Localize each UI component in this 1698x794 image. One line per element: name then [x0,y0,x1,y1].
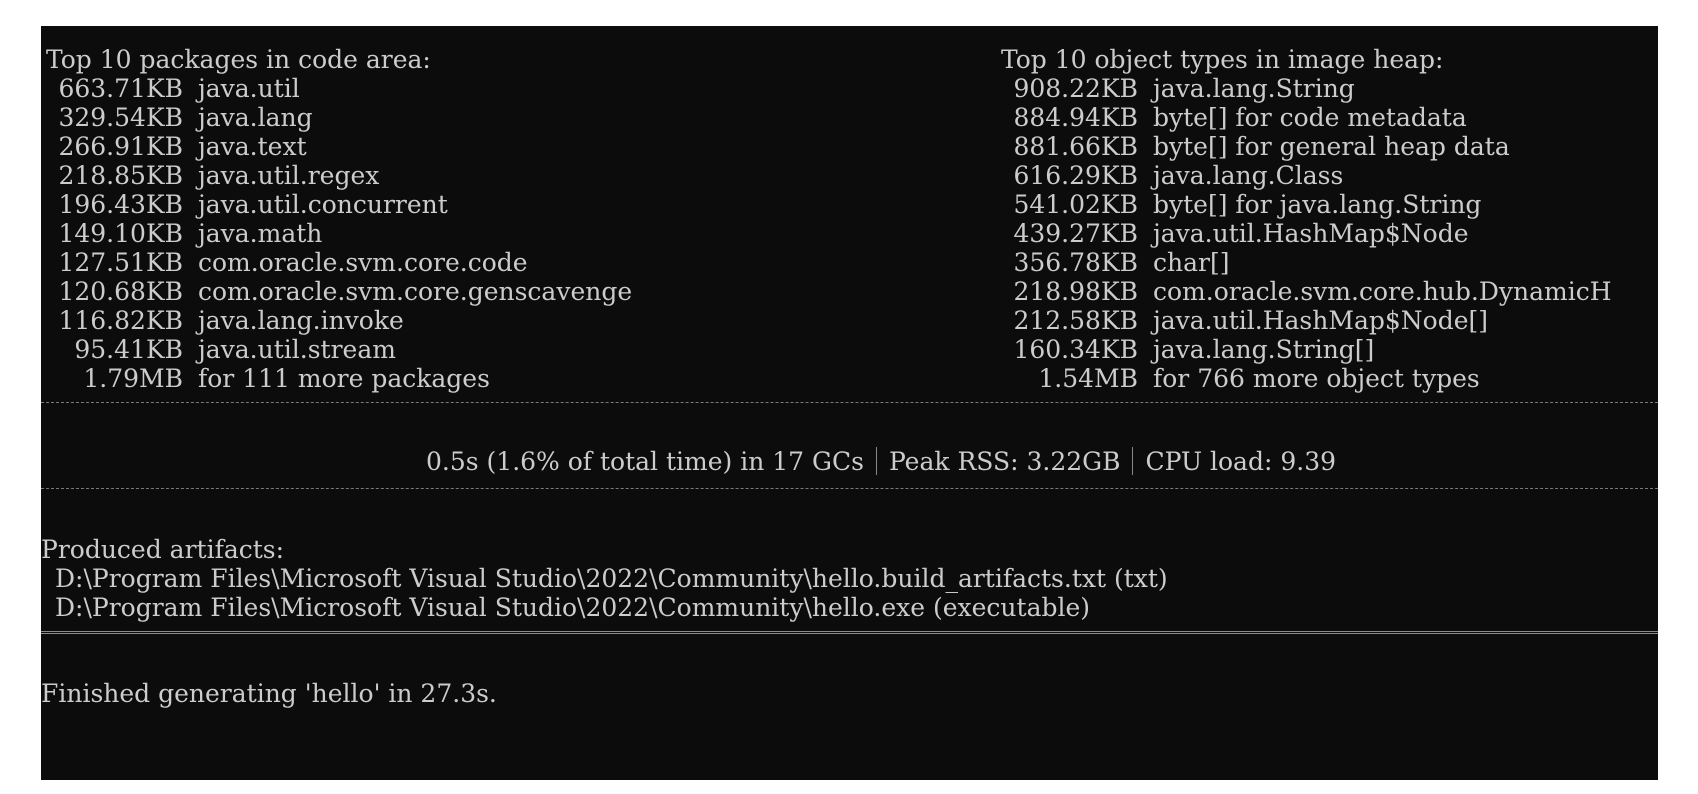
package-row: 196.43KB java.util.concurrent [58,190,448,219]
dashed-separator [41,402,1658,403]
package-row: 120.68KB com.oracle.svm.core.genscavenge [58,277,633,306]
package-row: 266.91KB java.text [58,132,307,161]
object-type-row: 881.66KB byte[] for general heap data [1013,132,1510,161]
divider-bar [875,447,877,475]
build-stats-line: 0.5s (1.6% of total time) in 17 GCs Peak … [426,446,1336,478]
package-row: 663.71KB java.util [58,74,300,103]
object-type-row: 884.94KB byte[] for code metadata [1013,103,1467,132]
dashed-separator [41,488,1658,489]
object-type-row: 212.58KB java.util.HashMap$Node[] [1013,306,1488,335]
artifact-path: D:\Program Files\Microsoft Visual Studio… [55,564,1168,593]
package-row: 218.85KB java.util.regex [58,161,380,190]
gc-stats: 0.5s (1.6% of total time) in 17 GCs [426,447,864,476]
package-row: 116.82KB java.lang.invoke [58,306,404,335]
object-type-row: 439.27KB java.util.HashMap$Node [1013,219,1469,248]
finished-message: Finished generating 'hello' in 27.3s. [41,679,497,708]
object-types-more-row: 1.54MB for 766 more object types [1038,364,1480,393]
object-type-row: 616.29KB java.lang.Class [1013,161,1344,190]
packages-more-row: 1.79MB for 111 more packages [83,364,490,393]
object-type-row: 908.22KB java.lang.String [1013,74,1355,103]
package-row: 149.10KB java.math [58,219,323,248]
artifacts-header: Produced artifacts: [41,535,285,564]
object-type-row: 356.78KB char[] [1013,248,1230,277]
terminal-window[interactable]: Top 10 packages in code area: 663.71KB ja… [41,26,1658,780]
cpu-load: CPU load: 9.39 [1145,447,1336,476]
package-row: 329.54KB java.lang [58,103,313,132]
package-row: 95.41KB java.util.stream [74,335,396,364]
artifact-path: D:\Program Files\Microsoft Visual Studio… [55,593,1091,622]
packages-header: Top 10 packages in code area: [46,45,431,74]
peak-rss: Peak RSS: 3.22GB [888,447,1121,476]
object-types-header: Top 10 object types in image heap: [1001,45,1444,74]
object-type-row: 218.98KB com.oracle.svm.core.hub.DynamicH [1013,277,1612,306]
object-type-row: 541.02KB byte[] for java.lang.String [1013,190,1482,219]
object-type-row: 160.34KB java.lang.String[] [1013,335,1375,364]
package-row: 127.51KB com.oracle.svm.core.code [58,248,528,277]
double-separator [41,631,1658,634]
divider-bar [1132,447,1134,475]
